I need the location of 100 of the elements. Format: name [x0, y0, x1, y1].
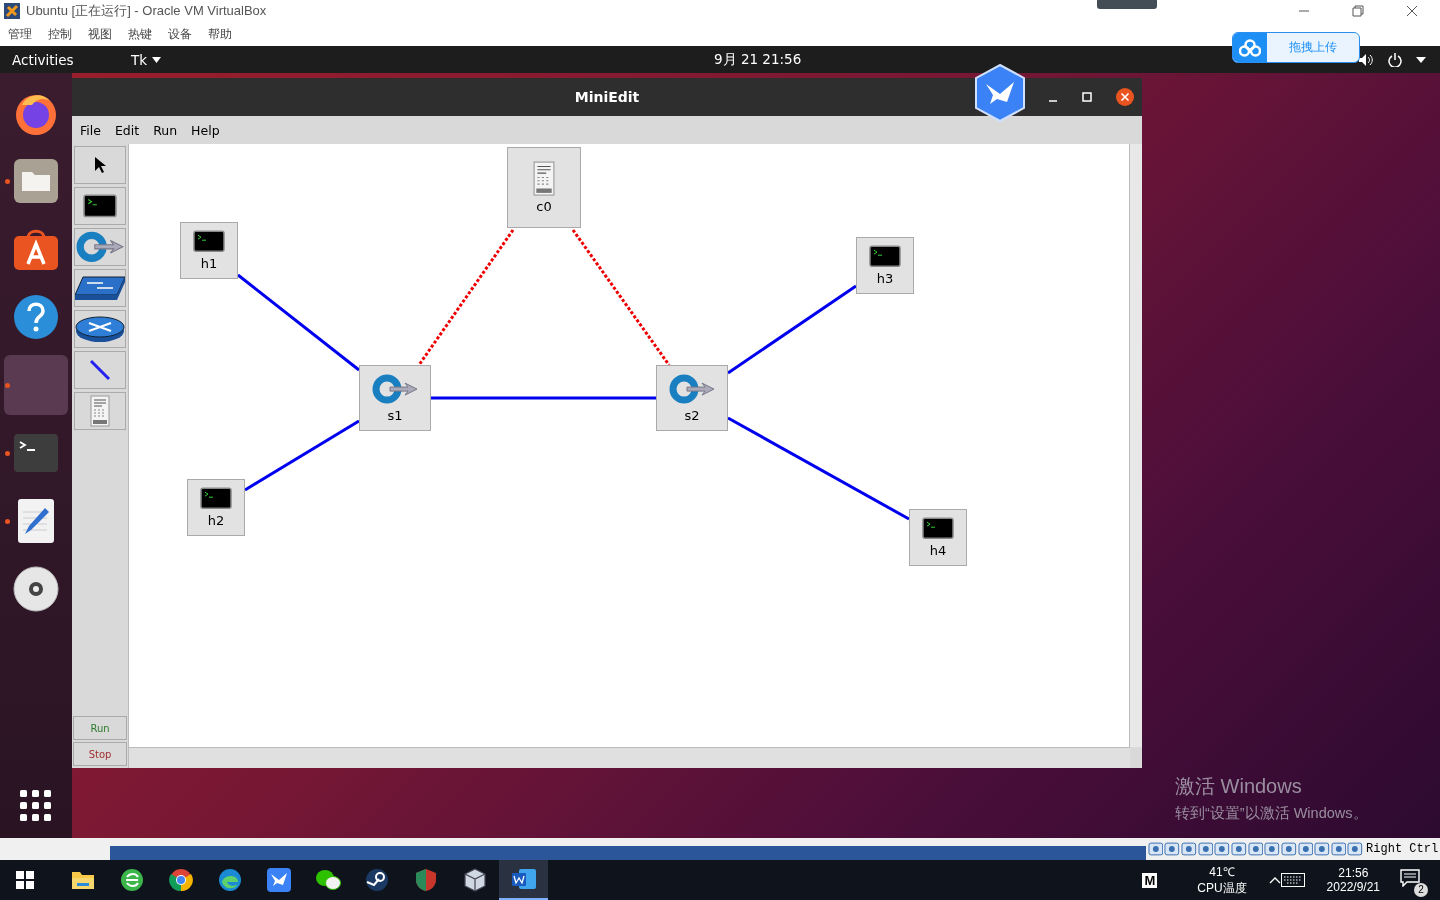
- upload-label: 拖拽上传: [1288, 39, 1338, 56]
- network-node[interactable]: c0: [507, 147, 581, 228]
- router-icon: [75, 315, 125, 343]
- tool-button[interactable]: [74, 269, 126, 307]
- steam-icon: [364, 868, 389, 892]
- word-icon: [510, 868, 537, 890]
- node-label: s2: [684, 408, 700, 424]
- switch-icon: [372, 372, 418, 406]
- window-title: Ubuntu [正在运行] - Oracle VM VirtualBox: [26, 2, 267, 20]
- app-menu[interactable]: Tk: [131, 51, 162, 68]
- chrome-icon: [168, 868, 193, 892]
- menu-item[interactable]: 视图: [88, 25, 112, 43]
- window-title: MiniEdit: [574, 89, 640, 105]
- node-label: h2: [207, 512, 225, 528]
- tool-button[interactable]: [74, 187, 126, 225]
- menu-item[interactable]: 设备: [168, 25, 192, 43]
- menu-item[interactable]: Edit: [114, 122, 140, 138]
- control-link[interactable]: [571, 229, 671, 366]
- network-node[interactable]: h4: [909, 509, 967, 566]
- running-indicator: [5, 179, 10, 184]
- taskbar-time[interactable]: 21:56: [1338, 866, 1369, 880]
- bird-icon[interactable]: [974, 64, 1026, 122]
- temperature-label: CPU温度: [1197, 880, 1247, 897]
- terminal-icon: [869, 245, 901, 268]
- host-key-label: Right Ctrl: [1366, 842, 1439, 856]
- tool-button[interactable]: [74, 146, 126, 184]
- keyboard-icon[interactable]: [1280, 873, 1305, 887]
- activities-button[interactable]: Activities: [0, 51, 131, 68]
- close-icon[interactable]: [1116, 88, 1134, 106]
- app-icon: [4, 3, 20, 19]
- network-node[interactable]: s2: [656, 365, 728, 431]
- cube-icon: [462, 868, 487, 892]
- taskbar-date[interactable]: 2022/9/21: [1326, 880, 1380, 894]
- vertical-scrollbar[interactable]: [1129, 144, 1142, 747]
- network-link[interactable]: [727, 284, 857, 375]
- notification-icon[interactable]: [1400, 869, 1420, 887]
- shield-icon: [414, 868, 437, 892]
- restore-icon[interactable]: [1352, 5, 1364, 17]
- volume-icon[interactable]: [1358, 52, 1374, 67]
- network-link[interactable]: [237, 273, 360, 372]
- tool-button[interactable]: [74, 310, 126, 348]
- terminal-icon: [922, 517, 954, 540]
- caret-icon[interactable]: [1416, 56, 1426, 63]
- power-icon[interactable]: [1388, 52, 1402, 67]
- horizontal-scrollbar[interactable]: [129, 747, 1130, 768]
- notification-count: 2: [1414, 883, 1428, 897]
- network-node[interactable]: h1: [180, 222, 238, 279]
- network-node[interactable]: h2: [187, 479, 245, 536]
- menu-item[interactable]: Help: [191, 122, 220, 138]
- menu-item[interactable]: 帮助: [208, 25, 232, 43]
- menu-item[interactable]: Run: [153, 122, 178, 138]
- tray-app-icon[interactable]: M: [1142, 872, 1158, 888]
- text-editor-icon[interactable]: [17, 498, 55, 544]
- menu-item[interactable]: 管理: [8, 25, 32, 43]
- switch-icon: [669, 372, 715, 406]
- run-button[interactable]: Run: [73, 716, 127, 740]
- folder-icon: [70, 870, 95, 890]
- chat-bubbles-icon: [314, 869, 341, 891]
- close-icon[interactable]: [1406, 5, 1418, 17]
- folder-icon[interactable]: [13, 158, 59, 204]
- bird-icon: [266, 868, 291, 892]
- node-label: h3: [876, 270, 894, 286]
- server-icon: [533, 160, 555, 197]
- browser-icon: [119, 868, 144, 892]
- running-indicator: [5, 519, 10, 524]
- running-indicator: [5, 383, 10, 388]
- network-link[interactable]: [244, 419, 360, 492]
- temperature-reading: 41℃: [1209, 864, 1235, 880]
- tool-button[interactable]: [74, 351, 126, 389]
- node-label: s1: [387, 408, 403, 424]
- node-label: h1: [200, 255, 218, 271]
- network-link[interactable]: [727, 416, 910, 521]
- menu-item[interactable]: 控制: [48, 25, 72, 43]
- clock[interactable]: 9月 21 21:56: [714, 50, 802, 69]
- maximize-icon[interactable]: [1082, 92, 1092, 102]
- control-link[interactable]: [417, 229, 515, 366]
- terminal-icon: [193, 230, 225, 253]
- pointer-icon: [94, 156, 106, 174]
- app-grid-icon[interactable]: [20, 790, 52, 822]
- disc-icon[interactable]: [13, 566, 59, 612]
- activation-hint: 转到“设置”以激活 Windows。: [1175, 804, 1368, 823]
- node-label: c0: [536, 199, 552, 215]
- terminal-icon[interactable]: [14, 434, 58, 472]
- network-switch-icon: [75, 275, 125, 301]
- help-icon[interactable]: [13, 294, 59, 340]
- chevron-up-icon[interactable]: [1268, 876, 1281, 884]
- running-indicator: [5, 451, 10, 456]
- menu-item[interactable]: 热键: [128, 25, 152, 43]
- network-node[interactable]: h3: [856, 237, 914, 294]
- terminal-icon: [83, 194, 117, 218]
- activation-title: 激活 Windows: [1175, 774, 1303, 799]
- switch-icon: [76, 230, 124, 264]
- stop-button[interactable]: Stop: [73, 742, 127, 766]
- menu-item[interactable]: File: [80, 122, 101, 138]
- edge-icon: [217, 868, 242, 892]
- canvas[interactable]: c0 h1 h3 s1 s2 h2 h4: [129, 144, 1129, 747]
- caret-icon: [152, 56, 162, 63]
- network-node[interactable]: s1: [359, 365, 431, 431]
- taskbar-button[interactable]: [499, 860, 548, 900]
- windows-start-icon[interactable]: [16, 871, 34, 889]
